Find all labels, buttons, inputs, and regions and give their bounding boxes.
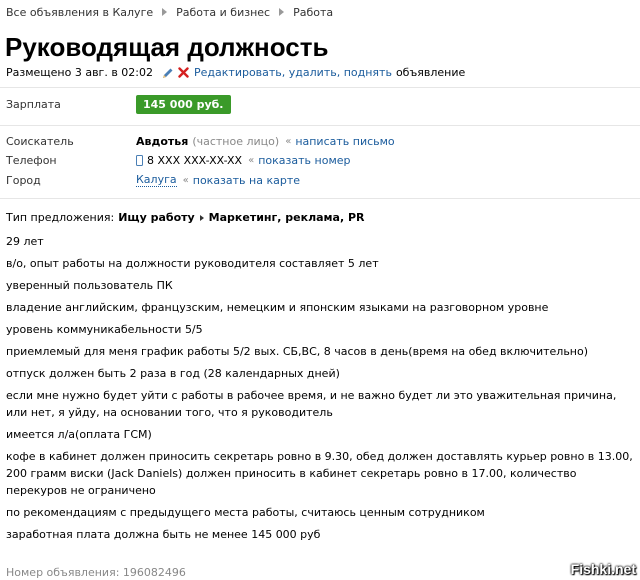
desc-paragraph: 29 лет — [6, 235, 44, 248]
write-letter-link[interactable]: написать письмо — [295, 135, 394, 148]
desc-paragraph: если мне нужно будет уйти с работы в раб… — [6, 389, 617, 419]
breadcrumb-work[interactable]: Работа — [293, 6, 333, 19]
show-number-link[interactable]: показать номер — [258, 154, 350, 167]
edit-delete-raise-link[interactable]: Редактировать, удалить, поднять — [194, 66, 392, 79]
phone-number: 8 XXX XXX-XX-XX — [147, 154, 243, 167]
desc-paragraph: заработная плата должна быть не менее 14… — [6, 528, 321, 541]
desc-paragraph: уровень коммуникабельности 5/5 — [6, 323, 203, 336]
edit-suffix: объявление — [395, 66, 466, 79]
phone-label: Телефон — [6, 154, 57, 167]
page-title: Руководящая должность — [5, 32, 329, 62]
link-bullet-icon: « — [182, 174, 189, 186]
city-label: Город — [6, 173, 41, 187]
applicant-type: (частное лицо) — [192, 135, 280, 148]
link-bullet-icon: « — [285, 136, 292, 147]
category-arrow-icon — [199, 214, 204, 221]
breadcrumb-all-ads[interactable]: Все объявления в Калуге — [6, 6, 153, 19]
breadcrumb: Все объявления в Калуге Работа и бизнес … — [6, 5, 333, 19]
offer-type: Тип предложения: Ищу работу Маркетинг, р… — [6, 211, 365, 224]
breadcrumb-arrow-icon — [279, 8, 285, 16]
applicant-name: Авдотья — [136, 135, 189, 148]
link-bullet-icon: « — [248, 155, 255, 166]
offer-category: Маркетинг, реклама, PR — [208, 211, 365, 224]
posted-date: Размещено 3 авг. в 02:02 — [6, 66, 154, 79]
divider — [0, 87, 640, 88]
desc-paragraph: кофе в кабинет должен приносить секретар… — [6, 450, 633, 497]
offer-type-value: Ищу работу — [118, 211, 195, 224]
desc-paragraph: в/о, опыт работы на должности руководите… — [6, 257, 379, 270]
ad-description: 29 лет в/о, опыт работы на должности рук… — [6, 233, 634, 548]
salary-label: Зарплата — [6, 98, 61, 111]
breadcrumb-work-business[interactable]: Работа и бизнес — [176, 6, 270, 19]
offer-label: Тип предложения: — [6, 211, 115, 224]
desc-paragraph: владение английским, французским, немецк… — [6, 301, 549, 314]
desc-paragraph: отпуск должен быть 2 раза в год (28 кале… — [6, 367, 340, 380]
desc-paragraph: приемлемый для меня график работы 5/2 вы… — [6, 345, 589, 358]
divider — [0, 198, 640, 199]
city-link[interactable]: Калуга — [136, 173, 177, 187]
desc-paragraph: имеется л/а(оплата ГСМ) — [6, 428, 152, 441]
pencil-icon[interactable] — [162, 67, 174, 79]
phone-row: Телефон 8 XXX XXX-XX-XX « показать номер — [6, 154, 351, 167]
applicant-label: Соискатель — [6, 135, 74, 148]
ad-number: Номер объявления: 196082496 — [6, 566, 186, 579]
post-meta: Размещено 3 авг. в 02:02 Редактировать, … — [6, 66, 465, 79]
watermark: Fishki.net — [570, 561, 636, 577]
show-on-map-link[interactable]: показать на карте — [193, 174, 300, 187]
salary-badge: 145 000 руб. — [136, 95, 231, 114]
phone-icon — [136, 155, 143, 166]
divider — [0, 125, 640, 126]
applicant-row: Соискатель Авдотья (частное лицо) « напи… — [6, 135, 395, 148]
breadcrumb-arrow-icon — [162, 8, 168, 16]
desc-paragraph: по рекомендациям с предыдущего места раб… — [6, 506, 485, 519]
desc-paragraph: уверенный пользователь ПК — [6, 279, 173, 292]
delete-cross-icon[interactable] — [178, 67, 189, 78]
city-row: Город Калуга « показать на карте — [6, 173, 300, 187]
salary-row: Зарплата 145 000 руб. — [6, 95, 231, 114]
